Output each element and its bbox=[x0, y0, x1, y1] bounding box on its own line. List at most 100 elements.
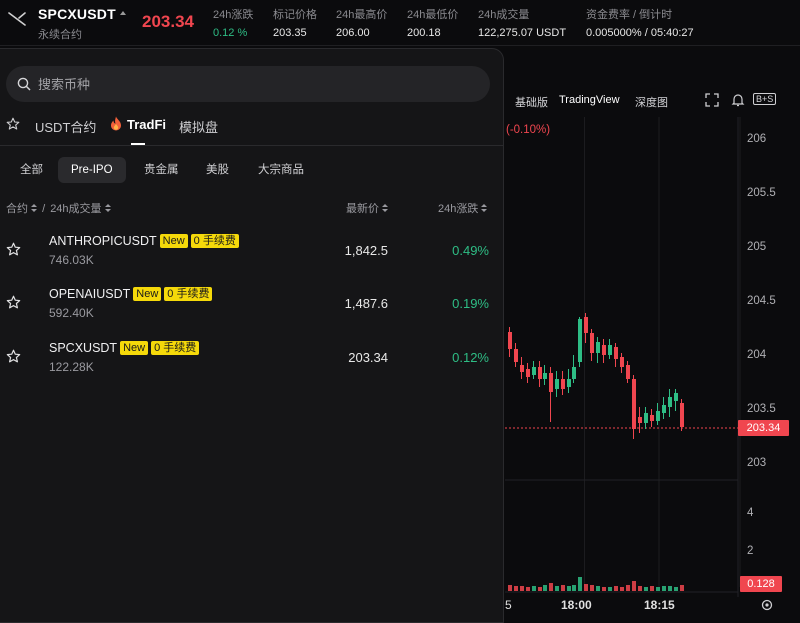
spacex-logo-icon bbox=[8, 12, 26, 26]
column-header-contract[interactable]: 合约 / 24h成交量 bbox=[6, 200, 111, 216]
bell-icon[interactable] bbox=[731, 93, 745, 107]
volume-bar bbox=[584, 584, 588, 591]
sort-icon bbox=[31, 204, 37, 213]
y-tick: 203 bbox=[747, 457, 767, 469]
volume-bar bbox=[520, 586, 524, 591]
symbol-selector-panel: USDT合约 TradFi 模拟盘 全部 Pre-IPO 贵金属 美股 大宗商品… bbox=[0, 48, 504, 623]
y-tick: 204.5 bbox=[747, 295, 776, 307]
stat-funding-rate: 资金费率 / 倒计时 0.005000% / 05:40:27 bbox=[586, 9, 694, 39]
stat-24h-low: 24h最低价 200.18 bbox=[407, 9, 459, 39]
tab-demo-trading[interactable]: 模拟盘 bbox=[179, 117, 218, 136]
contract-row-openai[interactable]: OPENAIUSDT New 0 手续费 592.40K 1,487.6 0.19% bbox=[0, 284, 504, 336]
candle-body bbox=[596, 342, 600, 353]
filter-us-stocks[interactable]: 美股 bbox=[193, 157, 242, 183]
buy-sell-marker-toggle[interactable]: B+S bbox=[753, 93, 777, 105]
candle-body bbox=[590, 333, 594, 353]
candle-body bbox=[578, 319, 582, 362]
stat-24h-change: 24h涨跌 0.12 % bbox=[213, 9, 254, 39]
contract-volume: 746.03K bbox=[49, 253, 94, 267]
chart-mode-depth[interactable]: 深度图 bbox=[635, 94, 668, 110]
filter-precious-metals[interactable]: 贵金属 bbox=[131, 157, 192, 183]
candle-body bbox=[626, 365, 630, 379]
zero-fee-badge: 0 手续费 bbox=[164, 287, 213, 301]
volume-bar bbox=[538, 587, 542, 591]
sort-icon bbox=[104, 204, 111, 213]
candle-body bbox=[602, 345, 606, 355]
filter-pre-ipo[interactable]: Pre-IPO bbox=[58, 157, 126, 183]
y-tick: 205.5 bbox=[747, 187, 776, 199]
favorite-star-icon[interactable] bbox=[6, 242, 21, 257]
y-tick: 203.5 bbox=[747, 403, 776, 415]
candle-body bbox=[543, 373, 547, 379]
category-filters: 全部 Pre-IPO 贵金属 美股 大宗商品 bbox=[0, 157, 504, 183]
volume-bar bbox=[668, 586, 672, 591]
volume-bar bbox=[602, 587, 606, 591]
search-input[interactable] bbox=[38, 66, 478, 102]
column-header-last-price[interactable]: 最新价 bbox=[346, 200, 388, 216]
sort-icon bbox=[481, 204, 488, 213]
volume-bar bbox=[608, 587, 612, 591]
candle-body bbox=[620, 357, 624, 367]
favorites-star-icon[interactable] bbox=[6, 117, 20, 131]
symbol-caret-icon[interactable] bbox=[120, 11, 126, 15]
filter-commodities[interactable]: 大宗商品 bbox=[245, 157, 317, 183]
candle-body bbox=[608, 345, 612, 355]
search-bar[interactable] bbox=[6, 66, 490, 102]
volume-bar bbox=[614, 586, 618, 591]
candle-body bbox=[561, 379, 565, 389]
favorite-star-icon[interactable] bbox=[6, 349, 21, 364]
tab-tradfi[interactable]: TradFi bbox=[127, 117, 166, 132]
contract-change: 0.19% bbox=[452, 296, 489, 311]
contract-row-anthropic[interactable]: ANTHROPICUSDT New 0 手续费 746.03K 1,842.5 0.… bbox=[0, 231, 504, 283]
volume-bar bbox=[555, 586, 559, 591]
candle-body bbox=[614, 347, 618, 359]
volume-bar bbox=[656, 587, 660, 591]
symbol-name[interactable]: SPCXUSDT bbox=[38, 6, 116, 22]
divider bbox=[0, 145, 504, 146]
volume-bar bbox=[650, 586, 654, 591]
volume-bar bbox=[674, 587, 678, 591]
volume-bar bbox=[526, 587, 530, 591]
volume-bar bbox=[590, 585, 594, 591]
candle-body bbox=[538, 367, 542, 379]
stat-24h-volume: 24h成交量 122,275.07 USDT bbox=[478, 9, 567, 39]
contract-price: 1,487.6 bbox=[344, 296, 388, 311]
x-tick: 18:00 bbox=[561, 598, 592, 612]
tab-usdt-futures[interactable]: USDT合约 bbox=[35, 117, 96, 136]
y-tick: 204 bbox=[747, 349, 767, 361]
candle-body bbox=[584, 317, 588, 333]
chart-toolbar: 基础版 TradingView 深度图 B+S bbox=[505, 86, 800, 116]
last-price: 203.34 bbox=[142, 12, 194, 31]
contract-name: ANTHROPICUSDT New 0 手续费 bbox=[49, 234, 239, 248]
volume-bar bbox=[632, 581, 636, 591]
volume-bar bbox=[644, 587, 648, 591]
favorite-star-icon[interactable] bbox=[6, 295, 21, 310]
volume-bar bbox=[549, 583, 553, 591]
volume-bar bbox=[638, 586, 642, 591]
fire-icon bbox=[111, 116, 121, 131]
column-header-24h-change[interactable]: 24h涨跌 bbox=[438, 200, 488, 216]
new-badge: New bbox=[120, 341, 149, 355]
chart-mode-basic[interactable]: 基础版 bbox=[515, 94, 548, 110]
volume-value-tag: 0.128 bbox=[740, 576, 782, 592]
new-badge: New bbox=[159, 234, 188, 248]
volume-bar bbox=[620, 587, 624, 591]
contract-price: 203.34 bbox=[348, 350, 388, 365]
filter-all[interactable]: 全部 bbox=[7, 157, 56, 183]
current-price-tag: 203.34 bbox=[738, 420, 789, 436]
chart-change-label: (-0.10%) bbox=[506, 124, 551, 136]
contract-change: 0.12% bbox=[452, 350, 489, 365]
chart-settings-icon[interactable] bbox=[760, 598, 774, 612]
candle-body bbox=[555, 379, 559, 389]
candle-body bbox=[549, 373, 553, 392]
volume-tick: 4 bbox=[747, 507, 754, 519]
contract-row-spcx[interactable]: SPCXUSDT New 0 手续费 122.28K 203.34 0.12% bbox=[0, 338, 504, 390]
new-badge: New bbox=[133, 287, 162, 301]
x-tick: 5 bbox=[505, 598, 512, 612]
y-tick: 206 bbox=[747, 133, 767, 145]
fullscreen-icon[interactable] bbox=[705, 93, 719, 107]
search-icon bbox=[17, 77, 31, 91]
chart-mode-tradingview[interactable]: TradingView bbox=[559, 94, 620, 106]
volume-bar bbox=[572, 585, 576, 591]
candle-body bbox=[668, 397, 672, 407]
